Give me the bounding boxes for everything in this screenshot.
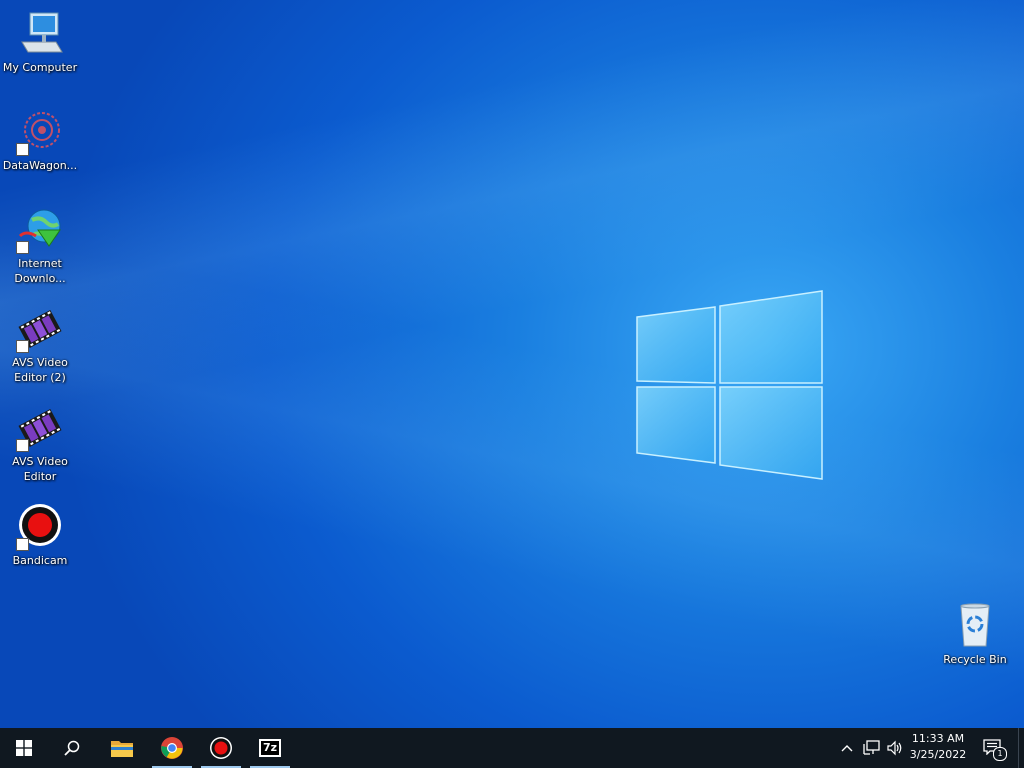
- search-button[interactable]: [48, 728, 96, 768]
- wallpaper-light-beams: [0, 0, 1024, 728]
- network-icon: [863, 740, 880, 755]
- notification-count-badge: 1: [993, 747, 1007, 761]
- desktop-icon-label: DataWagon...: [2, 159, 78, 172]
- clock-date: 3/25/2022: [909, 748, 967, 761]
- shortcut-arrow-icon: [16, 538, 29, 551]
- file-explorer-icon: [111, 741, 133, 757]
- desktop-icon-label-line2: Editor: [23, 470, 57, 483]
- taskbar-chrome[interactable]: [148, 728, 196, 768]
- start-button[interactable]: [0, 728, 48, 768]
- desktop-icon-internet-download-manager[interactable]: Internet Downlo...: [0, 206, 80, 286]
- desktop-icon-datawagon[interactable]: DataWagon...: [0, 108, 80, 173]
- desktop-icon-label-line1: Internet: [18, 257, 62, 270]
- desktop[interactable]: My Computer DataWagon... Internet Downlo…: [0, 0, 1024, 728]
- action-center-button[interactable]: 1: [978, 728, 1008, 768]
- shortcut-arrow-icon: [16, 340, 29, 353]
- desktop-icon-avs-video-editor[interactable]: AVS Video Editor: [0, 404, 80, 484]
- desktop-icon-my-computer[interactable]: My Computer: [0, 10, 80, 75]
- bandicam-record-icon: [16, 503, 64, 551]
- datawagon-icon: [16, 108, 64, 156]
- taskbar-bandicam[interactable]: [197, 728, 245, 768]
- shortcut-arrow-icon: [16, 439, 29, 452]
- bandicam-icon: [210, 737, 232, 759]
- desktop-icon-avs-video-editor-2[interactable]: AVS Video Editor (2): [0, 305, 80, 385]
- windows-start-icon: [16, 740, 32, 756]
- 7zip-icon-text: 7z: [262, 741, 278, 754]
- taskbar: 7z 11:33 AM 3/25/2022 1: [0, 728, 1024, 768]
- search-icon: [64, 740, 80, 756]
- taskbar-file-explorer[interactable]: [98, 728, 146, 768]
- desktop-icon-label: My Computer: [2, 61, 78, 74]
- idm-globe-icon: [16, 206, 64, 254]
- chrome-icon: [161, 737, 183, 759]
- desktop-icon-bandicam[interactable]: Bandicam: [0, 503, 80, 568]
- taskbar-clock[interactable]: 11:33 AM 3/25/2022: [902, 731, 974, 763]
- recycle-bin-icon: [951, 602, 999, 650]
- clock-time: 11:33 AM: [911, 732, 965, 745]
- desktop-icon-label-line2: Downlo...: [14, 272, 66, 285]
- desktop-icon-label: Recycle Bin: [943, 653, 1007, 666]
- desktop-icon-label: Bandicam: [12, 554, 68, 567]
- film-strip-icon: [16, 404, 64, 452]
- film-strip-icon: [16, 305, 64, 353]
- tray-overflow-button[interactable]: [836, 728, 858, 768]
- desktop-icon-label-line1: AVS Video: [12, 455, 68, 468]
- notification-icon-wrap: 1: [983, 739, 1007, 761]
- 7zip-icon: 7z: [259, 739, 281, 757]
- tray-network-button[interactable]: [859, 728, 883, 768]
- chevron-up-icon: [841, 745, 853, 752]
- desktop-icon-label-line1: AVS Video: [12, 356, 68, 369]
- computer-icon: [16, 10, 64, 58]
- shortcut-arrow-icon: [16, 143, 29, 156]
- taskbar-7zip[interactable]: 7z: [246, 728, 294, 768]
- shortcut-arrow-icon: [16, 241, 29, 254]
- desktop-icon-recycle-bin[interactable]: Recycle Bin: [935, 602, 1015, 667]
- desktop-icon-label-line2: Editor (2): [14, 371, 66, 384]
- show-desktop-button[interactable]: [1018, 728, 1024, 768]
- windows-wallpaper-logo: [636, 290, 823, 480]
